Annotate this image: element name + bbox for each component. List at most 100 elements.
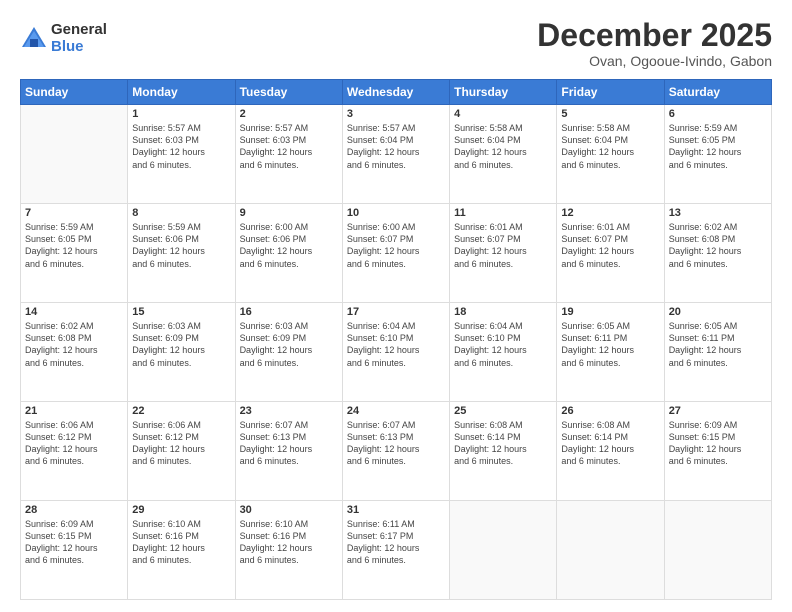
calendar-cell: 16 Sunrise: 6:03 AM Sunset: 6:09 PM Dayli… — [235, 303, 342, 402]
logo-general-text: General — [51, 22, 107, 39]
calendar-cell: 20Sunrise: 6:05 AM Sunset: 6:11 PM Dayli… — [664, 303, 771, 402]
day-number: 7 — [25, 207, 123, 219]
weekday-header-wednesday: Wednesday — [342, 80, 449, 105]
calendar-cell: 2 Sunrise: 5:57 AM Sunset: 6:03 PM Daylig… — [235, 105, 342, 204]
day-info: Sunrise: 6:02 AM Sunset: 6:08 PM Dayligh… — [669, 222, 742, 268]
day-number: 26 — [561, 405, 659, 417]
calendar-cell: 26 Sunrise: 6:08 AM Sunset: 6:14 PM Dayli… — [557, 402, 664, 501]
calendar-cell: 29Sunrise: 6:10 AM Sunset: 6:16 PM Dayli… — [128, 501, 235, 600]
day-number: 16 — [240, 306, 338, 318]
calendar-cell — [450, 501, 557, 600]
calendar-cell — [21, 105, 128, 204]
calendar-cell: 31 Sunrise: 6:11 AM Sunset: 6:17 PM Dayli… — [342, 501, 449, 600]
calendar-cell: 8Sunrise: 5:59 AM Sunset: 6:06 PM Daylig… — [128, 204, 235, 303]
day-info: Sunrise: 6:09 AM Sunset: 6:15 PM Dayligh… — [669, 420, 742, 466]
day-info: Sunrise: 6:08 AM Sunset: 6:14 PM Dayligh… — [454, 420, 527, 466]
calendar-cell: 7 Sunrise: 5:59 AM Sunset: 6:05 PM Daylig… — [21, 204, 128, 303]
location: Ovan, Ogooue-Ivindo, Gabon — [537, 53, 772, 69]
page: General Blue December 2025 Ovan, Ogooue-… — [0, 0, 792, 612]
day-number: 6 — [669, 108, 767, 120]
day-info: Sunrise: 6:07 AM Sunset: 6:13 PM Dayligh… — [347, 420, 420, 466]
calendar-cell: 14Sunrise: 6:02 AM Sunset: 6:08 PM Dayli… — [21, 303, 128, 402]
day-number: 13 — [669, 207, 767, 219]
day-number: 10 — [347, 207, 445, 219]
calendar-cell — [557, 501, 664, 600]
calendar-cell: 4 Sunrise: 5:58 AM Sunset: 6:04 PM Daylig… — [450, 105, 557, 204]
day-info: Sunrise: 5:59 AM Sunset: 6:05 PM Dayligh… — [669, 123, 742, 169]
calendar-cell: 3Sunrise: 5:57 AM Sunset: 6:04 PM Daylig… — [342, 105, 449, 204]
calendar-week-row: 1 Sunrise: 5:57 AM Sunset: 6:03 PM Daylig… — [21, 105, 772, 204]
day-info: Sunrise: 6:00 AM Sunset: 6:07 PM Dayligh… — [347, 222, 420, 268]
day-info: Sunrise: 6:04 AM Sunset: 6:10 PM Dayligh… — [454, 321, 527, 367]
day-number: 17 — [347, 306, 445, 318]
weekday-header-friday: Friday — [557, 80, 664, 105]
weekday-header-thursday: Thursday — [450, 80, 557, 105]
calendar-cell: 17 Sunrise: 6:04 AM Sunset: 6:10 PM Dayli… — [342, 303, 449, 402]
logo-blue-text: Blue — [51, 39, 107, 56]
header: General Blue December 2025 Ovan, Ogooue-… — [20, 18, 772, 69]
calendar-cell: 11 Sunrise: 6:01 AM Sunset: 6:07 PM Dayli… — [450, 204, 557, 303]
day-info: Sunrise: 6:04 AM Sunset: 6:10 PM Dayligh… — [347, 321, 420, 367]
calendar-week-row: 7 Sunrise: 5:59 AM Sunset: 6:05 PM Daylig… — [21, 204, 772, 303]
calendar-cell: 10 Sunrise: 6:00 AM Sunset: 6:07 PM Dayli… — [342, 204, 449, 303]
calendar-cell: 28 Sunrise: 6:09 AM Sunset: 6:15 PM Dayli… — [21, 501, 128, 600]
day-info: Sunrise: 5:57 AM Sunset: 6:03 PM Dayligh… — [240, 123, 313, 169]
day-info: Sunrise: 5:59 AM Sunset: 6:06 PM Dayligh… — [132, 222, 205, 268]
day-number: 23 — [240, 405, 338, 417]
day-info: Sunrise: 6:07 AM Sunset: 6:13 PM Dayligh… — [240, 420, 313, 466]
calendar-week-row: 14Sunrise: 6:02 AM Sunset: 6:08 PM Dayli… — [21, 303, 772, 402]
calendar-cell: 1Sunrise: 5:57 AM Sunset: 6:03 PM Daylig… — [128, 105, 235, 204]
weekday-header-sunday: Sunday — [21, 80, 128, 105]
calendar-cell: 23 Sunrise: 6:07 AM Sunset: 6:13 PM Dayli… — [235, 402, 342, 501]
day-number: 27 — [669, 405, 767, 417]
calendar-week-row: 28 Sunrise: 6:09 AM Sunset: 6:15 PM Dayli… — [21, 501, 772, 600]
calendar-cell: 25 Sunrise: 6:08 AM Sunset: 6:14 PM Dayli… — [450, 402, 557, 501]
calendar-cell: 5 Sunrise: 5:58 AM Sunset: 6:04 PM Daylig… — [557, 105, 664, 204]
day-info: Sunrise: 6:03 AM Sunset: 6:09 PM Dayligh… — [132, 321, 205, 367]
day-info: Sunrise: 6:09 AM Sunset: 6:15 PM Dayligh… — [25, 519, 98, 565]
day-number: 9 — [240, 207, 338, 219]
day-info: Sunrise: 6:01 AM Sunset: 6:07 PM Dayligh… — [454, 222, 527, 268]
day-info: Sunrise: 6:05 AM Sunset: 6:11 PM Dayligh… — [561, 321, 634, 367]
day-info: Sunrise: 6:11 AM Sunset: 6:17 PM Dayligh… — [347, 519, 420, 565]
day-number: 12 — [561, 207, 659, 219]
day-number: 5 — [561, 108, 659, 120]
day-info: Sunrise: 6:10 AM Sunset: 6:16 PM Dayligh… — [240, 519, 313, 565]
calendar-cell: 21Sunrise: 6:06 AM Sunset: 6:12 PM Dayli… — [21, 402, 128, 501]
day-info: Sunrise: 5:58 AM Sunset: 6:04 PM Dayligh… — [454, 123, 527, 169]
day-number: 14 — [25, 306, 123, 318]
day-number: 18 — [454, 306, 552, 318]
calendar-cell — [664, 501, 771, 600]
day-number: 2 — [240, 108, 338, 120]
day-info: Sunrise: 6:03 AM Sunset: 6:09 PM Dayligh… — [240, 321, 313, 367]
day-info: Sunrise: 6:01 AM Sunset: 6:07 PM Dayligh… — [561, 222, 634, 268]
calendar-cell: 24 Sunrise: 6:07 AM Sunset: 6:13 PM Dayli… — [342, 402, 449, 501]
calendar-cell: 15Sunrise: 6:03 AM Sunset: 6:09 PM Dayli… — [128, 303, 235, 402]
weekday-header-monday: Monday — [128, 80, 235, 105]
calendar-cell: 6 Sunrise: 5:59 AM Sunset: 6:05 PM Daylig… — [664, 105, 771, 204]
day-info: Sunrise: 5:59 AM Sunset: 6:05 PM Dayligh… — [25, 222, 98, 268]
day-number: 29 — [132, 504, 230, 516]
day-number: 1 — [132, 108, 230, 120]
calendar-cell: 13 Sunrise: 6:02 AM Sunset: 6:08 PM Dayli… — [664, 204, 771, 303]
weekday-header-tuesday: Tuesday — [235, 80, 342, 105]
calendar-week-row: 21Sunrise: 6:06 AM Sunset: 6:12 PM Dayli… — [21, 402, 772, 501]
calendar-cell: 19Sunrise: 6:05 AM Sunset: 6:11 PM Dayli… — [557, 303, 664, 402]
day-number: 25 — [454, 405, 552, 417]
day-number: 4 — [454, 108, 552, 120]
day-info: Sunrise: 6:08 AM Sunset: 6:14 PM Dayligh… — [561, 420, 634, 466]
calendar-cell: 27 Sunrise: 6:09 AM Sunset: 6:15 PM Dayli… — [664, 402, 771, 501]
day-number: 24 — [347, 405, 445, 417]
calendar-cell: 12 Sunrise: 6:01 AM Sunset: 6:07 PM Dayli… — [557, 204, 664, 303]
day-number: 31 — [347, 504, 445, 516]
title-block: December 2025 Ovan, Ogooue-Ivindo, Gabon — [537, 18, 772, 69]
calendar-table: SundayMondayTuesdayWednesdayThursdayFrid… — [20, 79, 772, 600]
day-number: 11 — [454, 207, 552, 219]
day-number: 22 — [132, 405, 230, 417]
day-info: Sunrise: 5:58 AM Sunset: 6:04 PM Dayligh… — [561, 123, 634, 169]
day-number: 28 — [25, 504, 123, 516]
month-title: December 2025 — [537, 18, 772, 53]
day-number: 20 — [669, 306, 767, 318]
logo: General Blue — [20, 22, 107, 55]
calendar-cell: 18 Sunrise: 6:04 AM Sunset: 6:10 PM Dayli… — [450, 303, 557, 402]
